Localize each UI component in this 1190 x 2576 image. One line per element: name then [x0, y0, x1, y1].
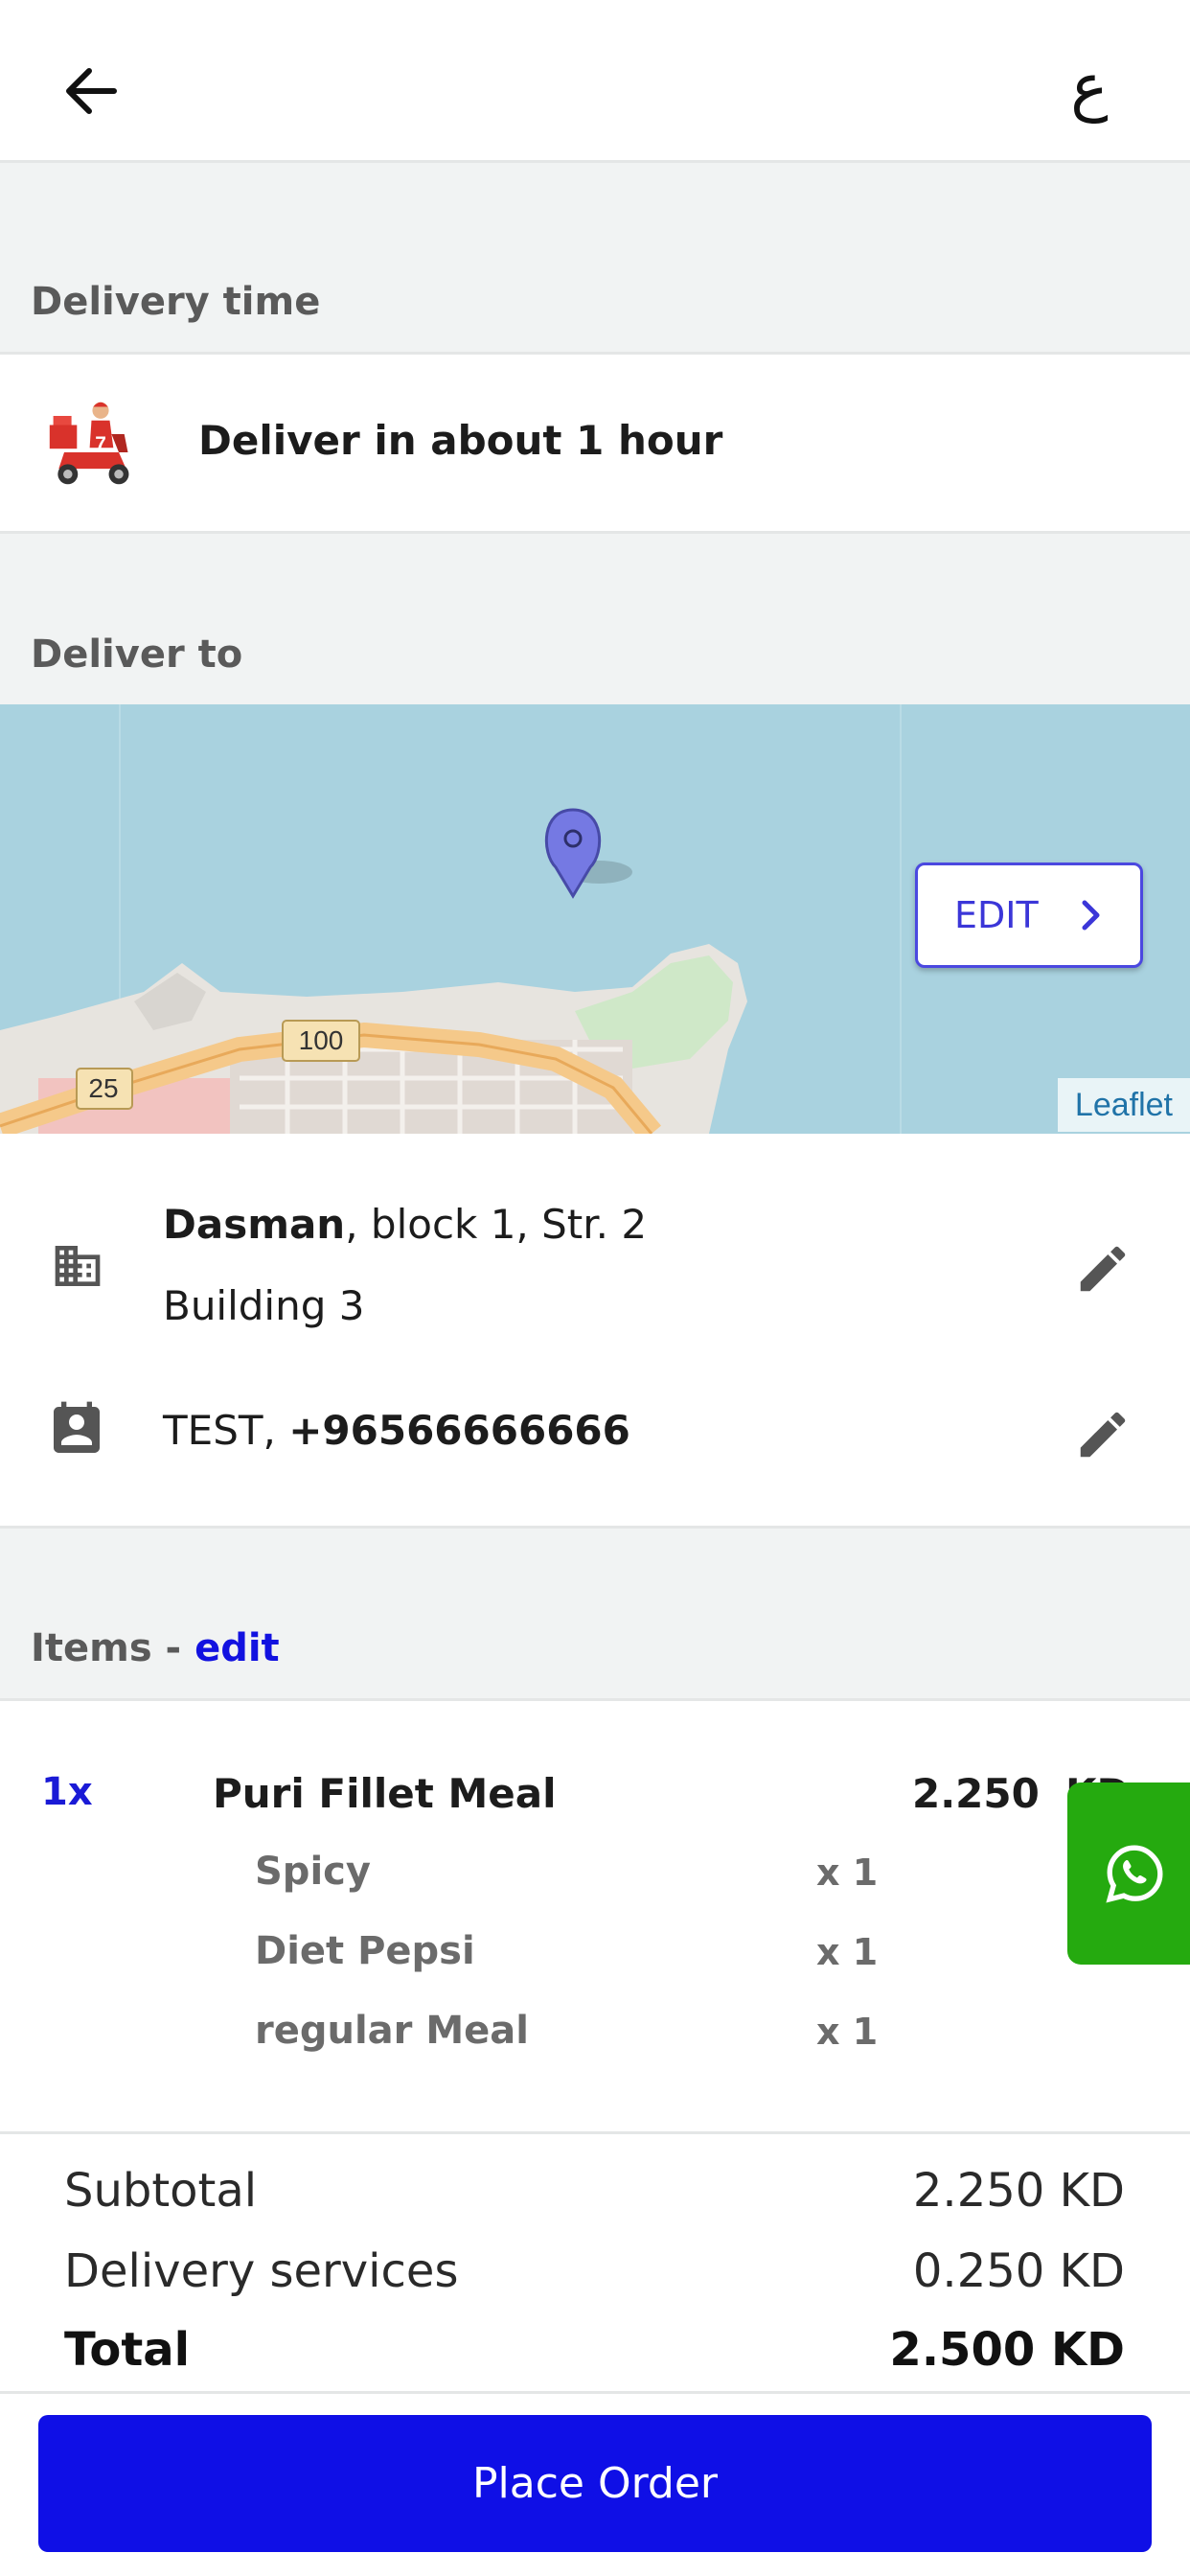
- item-option-name: Diet Pepsi: [255, 1929, 475, 1973]
- item-price: 2.250: [912, 1770, 1040, 1817]
- items-list: 1x Puri Fillet Meal 2.250 KD Spicy x 1 D…: [0, 1698, 1190, 2134]
- total-label: Total: [64, 2323, 191, 2377]
- subtotal-label: Subtotal: [64, 2164, 258, 2218]
- address-block: Dasman, block 1, Str. 2 Building 3 TEST,…: [0, 1134, 1190, 1529]
- delivery-fee-value: 0.250 KD: [912, 2244, 1125, 2298]
- item-quantity: 1x: [41, 1770, 93, 1814]
- whatsapp-button[interactable]: [1067, 1782, 1190, 1965]
- contact-card-icon: [54, 1401, 100, 1453]
- delivery-time-label: Delivery time: [31, 280, 321, 324]
- road-label-100: 100: [299, 1025, 344, 1055]
- building-icon: [55, 1246, 101, 1286]
- map-attribution-link[interactable]: Leaflet: [1057, 1078, 1190, 1132]
- back-button[interactable]: [53, 53, 129, 129]
- item-option-qty: x 1: [816, 2011, 879, 2053]
- edit-address-pencil-icon[interactable]: [1073, 1239, 1133, 1299]
- address-line-1: Dasman, block 1, Str. 2: [163, 1201, 647, 1248]
- address-street: , block 1, Str. 2: [345, 1201, 648, 1248]
- deliver-to-label: Deliver to: [31, 632, 243, 677]
- edit-location-button[interactable]: EDIT: [915, 862, 1143, 968]
- items-title: Items -: [31, 1626, 195, 1670]
- subtotal-value: 2.250 KD: [912, 2164, 1125, 2218]
- contact-phone: +96566666666: [288, 1407, 630, 1454]
- top-bar: ع: [0, 0, 1190, 163]
- contact-line: TEST, +96566666666: [163, 1407, 630, 1454]
- arrow-left-icon: [66, 68, 117, 114]
- language-toggle[interactable]: ع: [1046, 38, 1133, 134]
- chevron-right-icon: [1082, 900, 1100, 931]
- whatsapp-icon: [1106, 1845, 1163, 1903]
- item-name: Puri Fillet Meal: [213, 1770, 557, 1817]
- item-option-qty: x 1: [816, 1931, 879, 1973]
- scooter-icon: 7: [49, 402, 129, 485]
- total-value: 2.500 KD: [889, 2323, 1125, 2377]
- delivery-fee-label: Delivery services: [64, 2244, 459, 2298]
- deliver-to-section-header: Deliver to: [0, 534, 1190, 704]
- item-option-name: Spicy: [255, 1850, 371, 1894]
- delivery-time-text: Deliver in about 1 hour: [198, 417, 723, 464]
- edit-items-link[interactable]: edit: [195, 1626, 280, 1670]
- items-label: Items - edit: [31, 1626, 280, 1670]
- contact-name: TEST,: [163, 1407, 289, 1454]
- address-area: Dasman: [163, 1201, 346, 1248]
- edit-location-label: EDIT: [954, 894, 1039, 936]
- svg-text:7: 7: [95, 433, 106, 455]
- item-option-qty: x 1: [816, 1852, 879, 1894]
- item-option-name: regular Meal: [255, 2009, 529, 2053]
- place-order-button[interactable]: Place Order: [38, 2415, 1152, 2552]
- road-label-25: 25: [88, 1073, 118, 1103]
- items-section-header: Items - edit: [0, 1529, 1190, 1698]
- address-line-2: Building 3: [163, 1282, 365, 1329]
- order-totals: Subtotal 2.250 KD Delivery services 0.25…: [0, 2135, 1190, 2394]
- edit-contact-pencil-icon[interactable]: [1073, 1405, 1133, 1464]
- delivery-time-section-header: Delivery time: [0, 163, 1190, 352]
- delivery-time-card: 7 Deliver in about 1 hour: [0, 352, 1190, 534]
